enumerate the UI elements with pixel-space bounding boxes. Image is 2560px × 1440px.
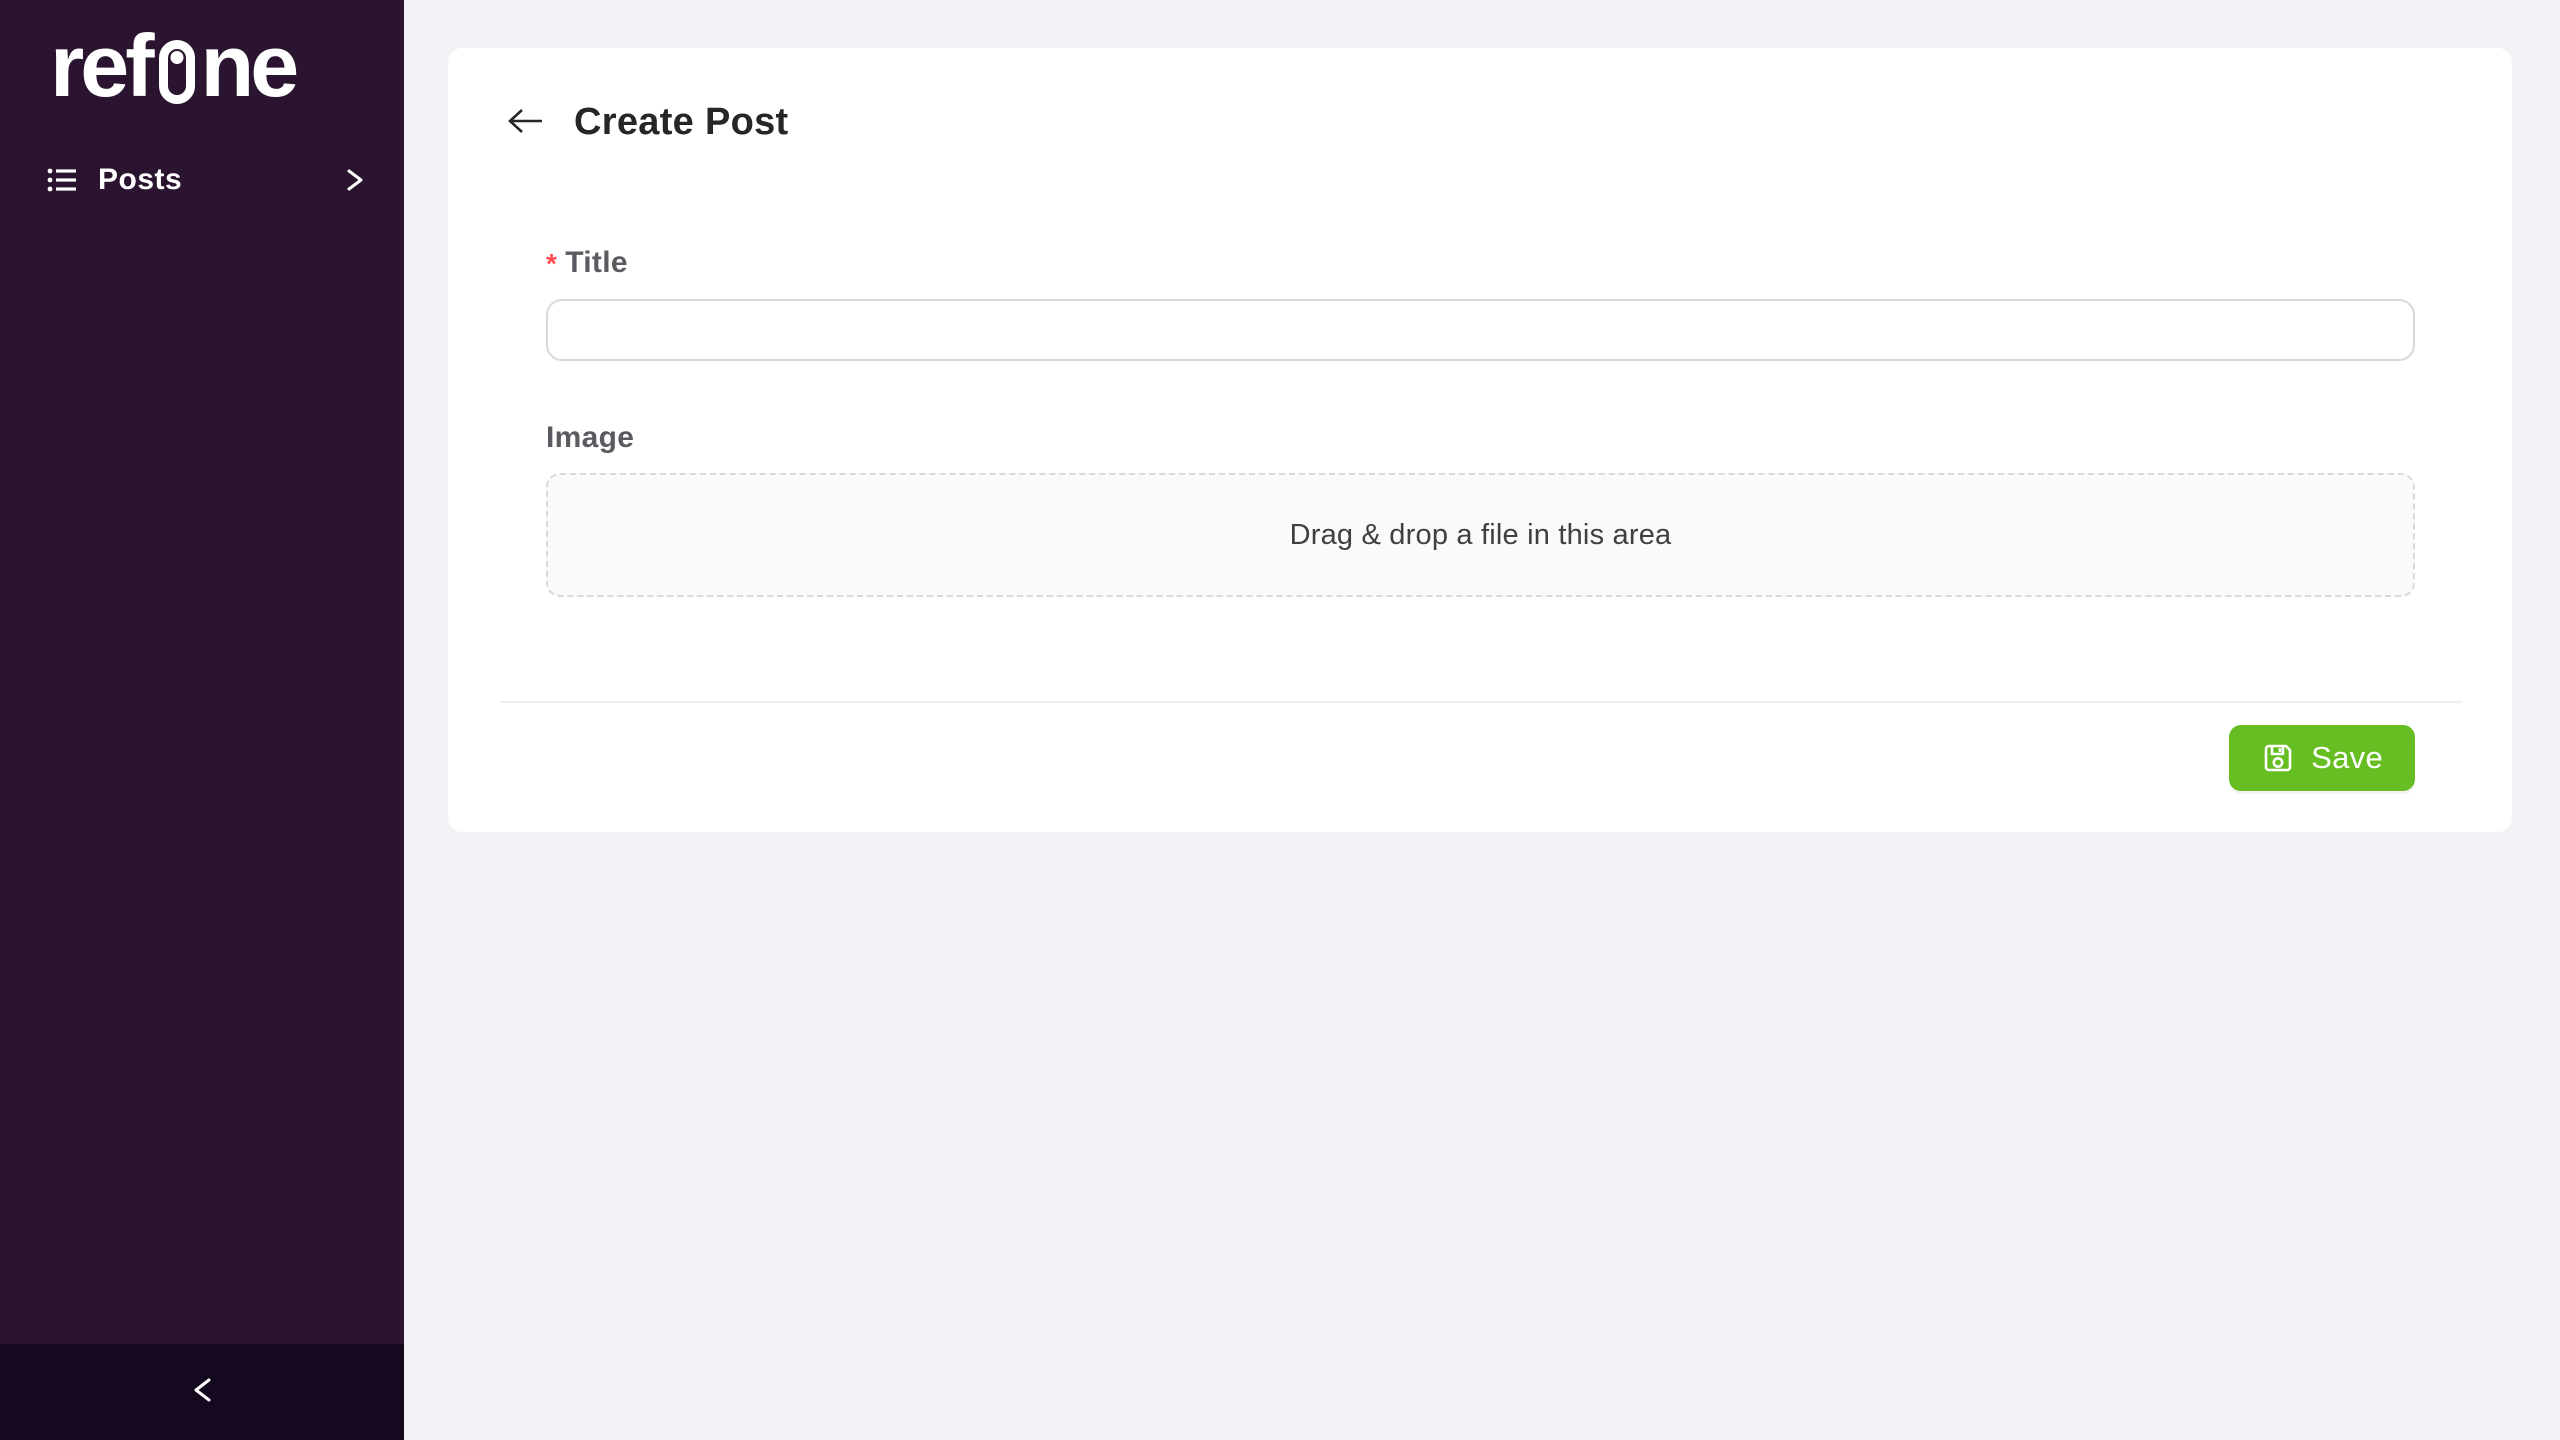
save-button[interactable]: Save [2229, 725, 2415, 791]
sidebar: ref ne Posts [0, 0, 404, 1440]
page-title: Create Post [574, 101, 789, 144]
back-button[interactable] [504, 100, 548, 144]
unordered-list-icon [46, 164, 78, 196]
logo-text-ne: ne [201, 26, 296, 106]
sidebar-item-label: Posts [98, 163, 182, 197]
floppy-disk-icon [2261, 741, 2295, 775]
arrow-left-icon [506, 105, 546, 140]
toggle-pill-icon [159, 40, 195, 104]
chevron-right-icon [344, 165, 366, 195]
app-root: ref ne Posts [0, 0, 2560, 1440]
image-form-item: Image Drag & drop a file in this area [546, 419, 2415, 597]
save-button-label: Save [2311, 740, 2383, 776]
sidebar-collapse-trigger[interactable] [0, 1344, 404, 1440]
chevron-left-icon [189, 1373, 215, 1412]
create-post-card: Create Post * Title Image Drag & drop a f… [448, 48, 2512, 832]
logo-dot [170, 51, 183, 64]
logo-text-ref: ref [50, 26, 151, 106]
title-form-item: * Title [546, 244, 2415, 361]
image-field-label: Image [546, 419, 2415, 457]
card-footer: Save [448, 703, 2512, 791]
page-header: Create Post [448, 48, 2512, 144]
dropzone-text: Drag & drop a file in this area [1290, 519, 1672, 552]
create-post-form: * Title Image Drag & drop a file in this … [448, 244, 2512, 597]
image-dropzone[interactable]: Drag & drop a file in this area [546, 473, 2415, 597]
sidebar-menu: Posts [0, 148, 404, 212]
main-content: Create Post * Title Image Drag & drop a f… [404, 0, 2560, 1440]
title-label-text: Title [565, 246, 628, 279]
sidebar-item-posts[interactable]: Posts [0, 148, 404, 212]
title-field-label: * Title [546, 244, 2415, 283]
required-asterisk: * [546, 248, 557, 279]
image-label-text: Image [546, 421, 634, 454]
title-input[interactable] [546, 299, 2415, 361]
refine-logo[interactable]: ref ne [0, 0, 404, 106]
